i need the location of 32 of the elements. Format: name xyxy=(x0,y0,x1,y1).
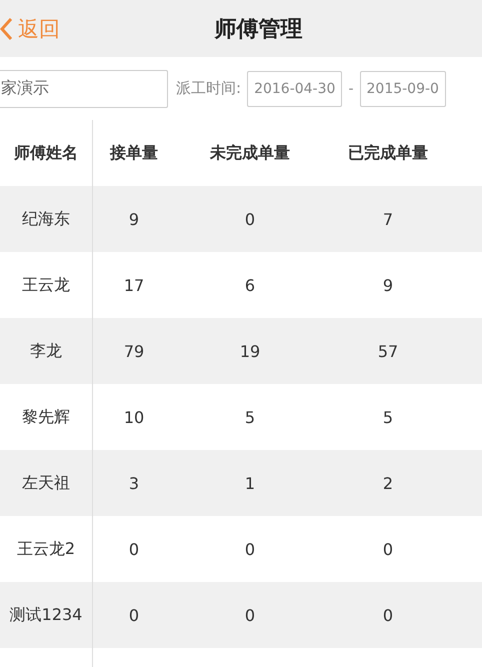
table-cell-text: 0 xyxy=(128,538,140,560)
table-cell-text: 0 xyxy=(244,604,256,626)
back-button[interactable]: 返回 xyxy=(0,14,60,42)
table-cell-text: 5 xyxy=(382,406,394,428)
table-cell-text: 0 xyxy=(382,538,394,560)
date-to-field[interactable]: 2015-09-0 xyxy=(360,70,446,106)
table-cell-text: 9 xyxy=(382,274,394,296)
table-cell-text: 17 xyxy=(122,274,146,296)
chevron-left-icon xyxy=(0,18,12,40)
table-cell-text: 2 xyxy=(382,472,394,494)
table-cell-text: 79 xyxy=(122,340,146,362)
column-header: 未完成单量 xyxy=(208,142,291,164)
table-cell-text: 0 xyxy=(128,604,140,626)
date-from-field[interactable]: 2016-04-30 xyxy=(247,70,342,106)
page-title: 师傅管理 xyxy=(214,16,303,44)
table-cell-text: 7 xyxy=(382,208,394,230)
table-cell-text: 0 xyxy=(382,604,394,626)
table-cell-text: 0 xyxy=(244,208,256,230)
date-label: 派工时间: xyxy=(176,79,242,98)
table-cell-text: 57 xyxy=(376,340,400,362)
table-cell-text: 6 xyxy=(244,274,256,296)
table-cell-text: 1 xyxy=(244,472,256,494)
table-cell-text: 19 xyxy=(238,340,262,362)
table-cell-text: 5 xyxy=(244,406,256,428)
table-cell-text: 9 xyxy=(128,208,140,230)
date-separator: - xyxy=(348,80,354,96)
table-cell-text: 10 xyxy=(122,406,146,428)
table-cell-text: 3 xyxy=(128,472,140,494)
column-header: 已完成单量 xyxy=(347,142,429,164)
column-header: 接单量 xyxy=(108,142,159,164)
search-field[interactable]: 家演示 xyxy=(0,70,168,108)
table-cell-text: 0 xyxy=(244,538,256,560)
